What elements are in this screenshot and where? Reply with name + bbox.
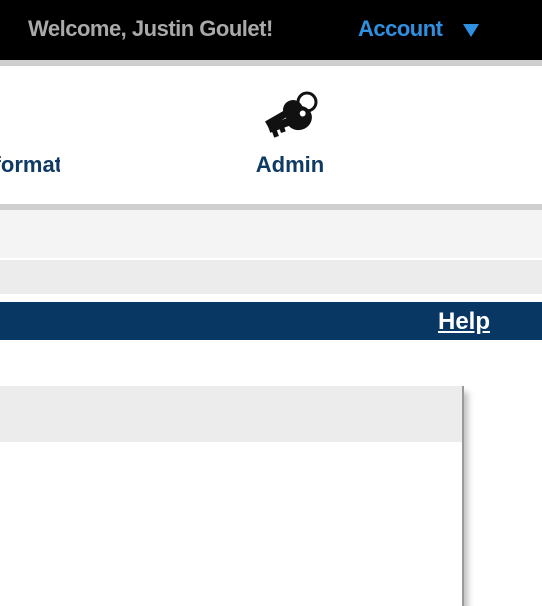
help-link[interactable]: Help xyxy=(438,308,490,336)
caret-down-icon[interactable] xyxy=(463,24,479,37)
welcome-message: Welcome, Justin Goulet! xyxy=(28,16,273,41)
subnav-row xyxy=(0,210,542,258)
page-toolbar: Help xyxy=(0,302,542,340)
account-menu-button[interactable]: Account xyxy=(358,16,443,42)
nav-item-partial-label: Information xyxy=(0,152,60,177)
content-panel-header xyxy=(0,386,462,442)
main-nav: Information Admin xyxy=(0,66,542,204)
keys-icon xyxy=(265,91,318,138)
nav-item-partial[interactable]: Information xyxy=(0,152,60,178)
top-header-bar: Welcome, Justin Goulet! Account xyxy=(0,0,542,60)
subnav-row-secondary xyxy=(0,260,542,294)
content-panel xyxy=(0,386,464,606)
nav-item-admin-label: Admin xyxy=(255,152,325,177)
nav-item-admin[interactable]: Admin xyxy=(240,88,340,200)
